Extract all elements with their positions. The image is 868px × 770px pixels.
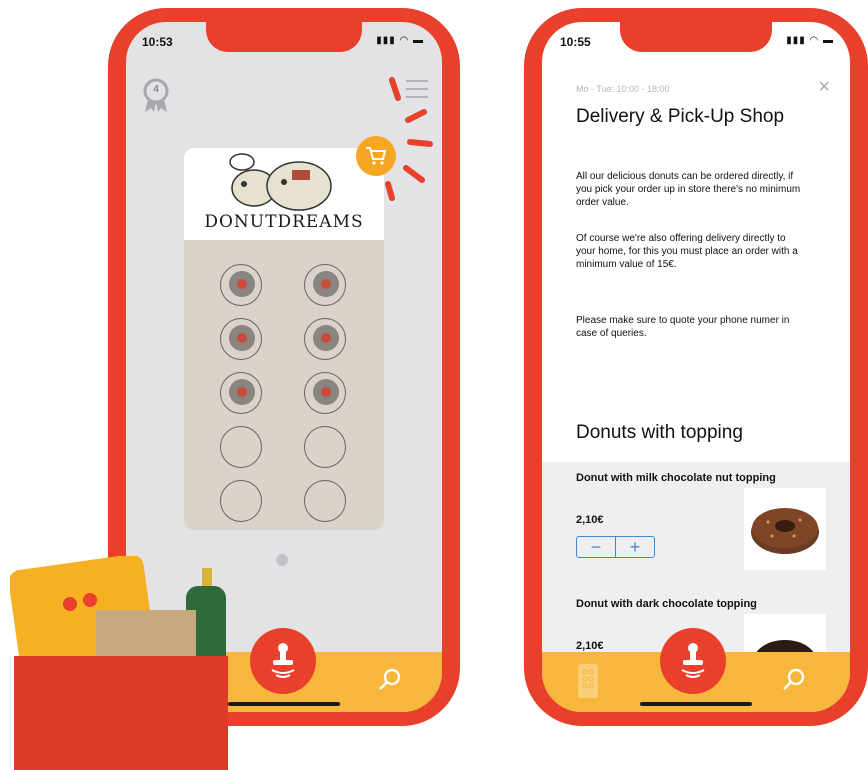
notch [206,22,362,52]
stamp-slot [304,426,346,468]
stamp-button[interactable] [660,628,726,694]
status-time: 10:53 [142,35,173,49]
badge-count: 4 [153,84,159,95]
logo-text: DONUTDREAMS [204,212,364,232]
search-icon [783,668,805,690]
status-icons: ▮▮▮ ◠ ▬ [786,35,834,46]
search-icon [379,668,401,690]
quantity-stepper[interactable]: − + [576,536,655,558]
product-price: 2,10€ [576,640,604,652]
notch [620,22,772,52]
info-paragraph-3: Please make sure to quote your phone num… [576,315,790,339]
product-name: Donut with dark chocolate topping [576,598,757,610]
stamp-slot [304,480,346,522]
card-tab[interactable] [578,664,598,698]
stamp-slot [220,480,262,522]
shop-logo: DONUTDREAMS [184,148,384,240]
decrease-button[interactable]: − [577,537,616,557]
stamp-slot [304,372,346,414]
stamp-slot [220,264,262,306]
stamp-button[interactable] [250,628,316,694]
donut-stamp-icon [229,379,255,405]
stamp-slot [304,318,346,360]
stamp-icon [271,643,295,678]
search-tab[interactable] [376,666,406,696]
status-time: 10:55 [560,35,591,49]
stamp-slot [220,318,262,360]
home-indicator [228,702,340,706]
stamp-slot [220,372,262,414]
section-title: Donuts with topping [576,422,743,443]
increase-button[interactable]: + [616,537,654,557]
product-price: 2,10€ [576,514,604,526]
donut-stamp-icon [313,325,339,351]
search-tab[interactable] [780,666,810,696]
right-phone: 10:55 ▮▮▮ ◠ ▬ Mo - Tue: 10:00 - 18:00 × … [524,8,868,726]
donut-stamp-icon [313,271,339,297]
stamp-slot [304,264,346,306]
opening-hours: Mo - Tue: 10:00 - 18:00 [576,84,670,94]
cart-icon [366,147,387,165]
info-paragraph-2: Of course we're also offering delivery d… [576,233,798,270]
sun-rays-decoration [385,77,433,201]
product-image[interactable] [744,488,826,570]
award-badge-icon[interactable]: 4 [140,78,172,114]
donut-stamp-icon [313,379,339,405]
stamp-card-icon [582,669,594,689]
right-screen: 10:55 ▮▮▮ ◠ ▬ Mo - Tue: 10:00 - 18:00 × … [542,22,850,712]
donut-stamp-icon [229,325,255,351]
shop-title: Delivery & Pick-Up Shop [576,106,785,127]
cart-button[interactable] [356,136,396,176]
close-button[interactable]: × [818,76,830,99]
stamp-slot [220,426,262,468]
product-row[interactable]: Donut with milk chocolate nut topping 2,… [542,462,850,588]
milk-chocolate-donut-image [751,508,819,554]
stamp-card[interactable]: DONUTDREAMS [184,148,384,530]
donut-stamp-icon [229,271,255,297]
stamp-icon [681,643,705,678]
product-name: Donut with milk chocolate nut topping [576,472,776,484]
page-indicator-dot[interactable] [276,554,288,566]
shopping-bag-illustration [10,556,228,770]
home-indicator [640,702,752,706]
info-paragraph-1: All our delicious donuts can be ordered … [576,171,801,208]
status-icons: ▮▮▮ ◠ ▬ [376,35,424,46]
